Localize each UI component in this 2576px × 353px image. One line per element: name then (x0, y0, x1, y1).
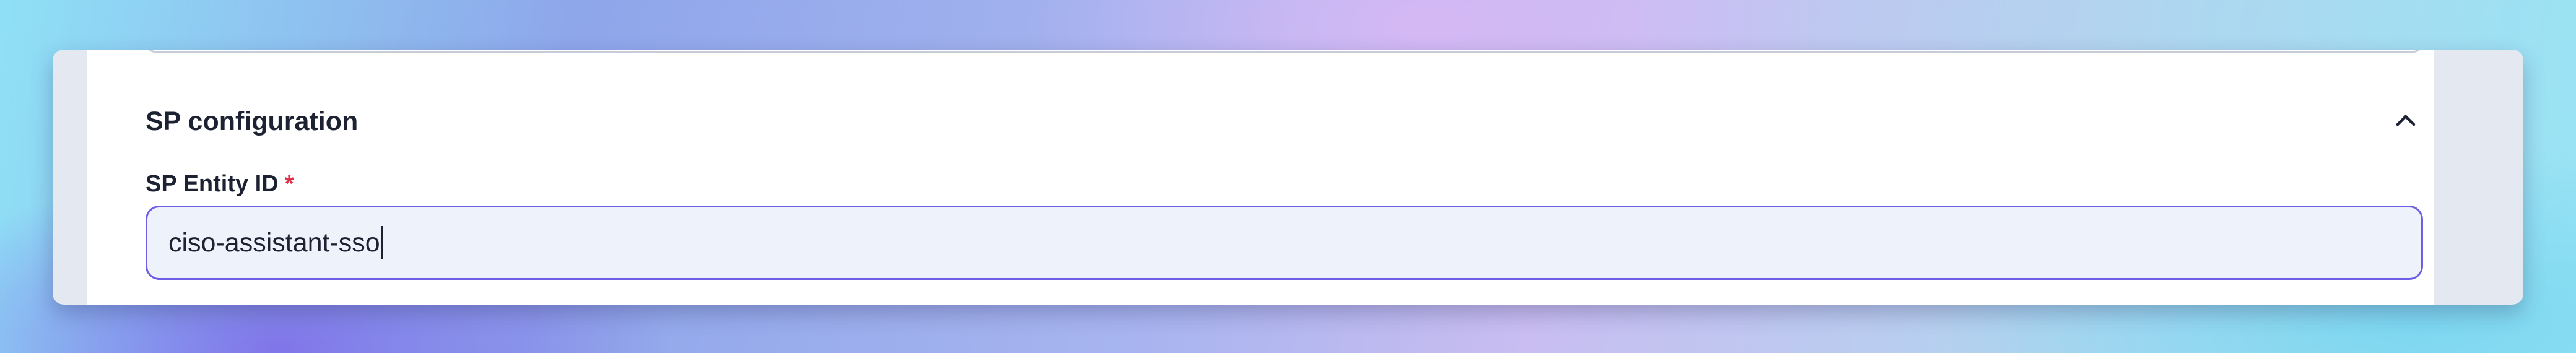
field-label-text: SP Entity ID (146, 171, 279, 197)
app-window: SP configuration SP Entity ID * ciso-assi… (53, 50, 2523, 305)
required-marker: * (284, 171, 294, 197)
sp-entity-id-input[interactable]: ciso-assistant-sso (146, 206, 2423, 280)
settings-panel: SP configuration SP Entity ID * ciso-assi… (87, 50, 2434, 305)
input-value: ciso-assistant-sso (168, 227, 380, 258)
chevron-up-icon (2396, 115, 2416, 126)
collapse-section-button[interactable] (2388, 103, 2423, 137)
section-title: SP configuration (146, 107, 359, 136)
sp-configuration-header[interactable]: SP configuration (146, 103, 2423, 140)
text-cursor (380, 226, 383, 259)
sp-entity-id-label: SP Entity ID * (146, 171, 294, 198)
previous-textarea[interactable] (146, 50, 2423, 53)
